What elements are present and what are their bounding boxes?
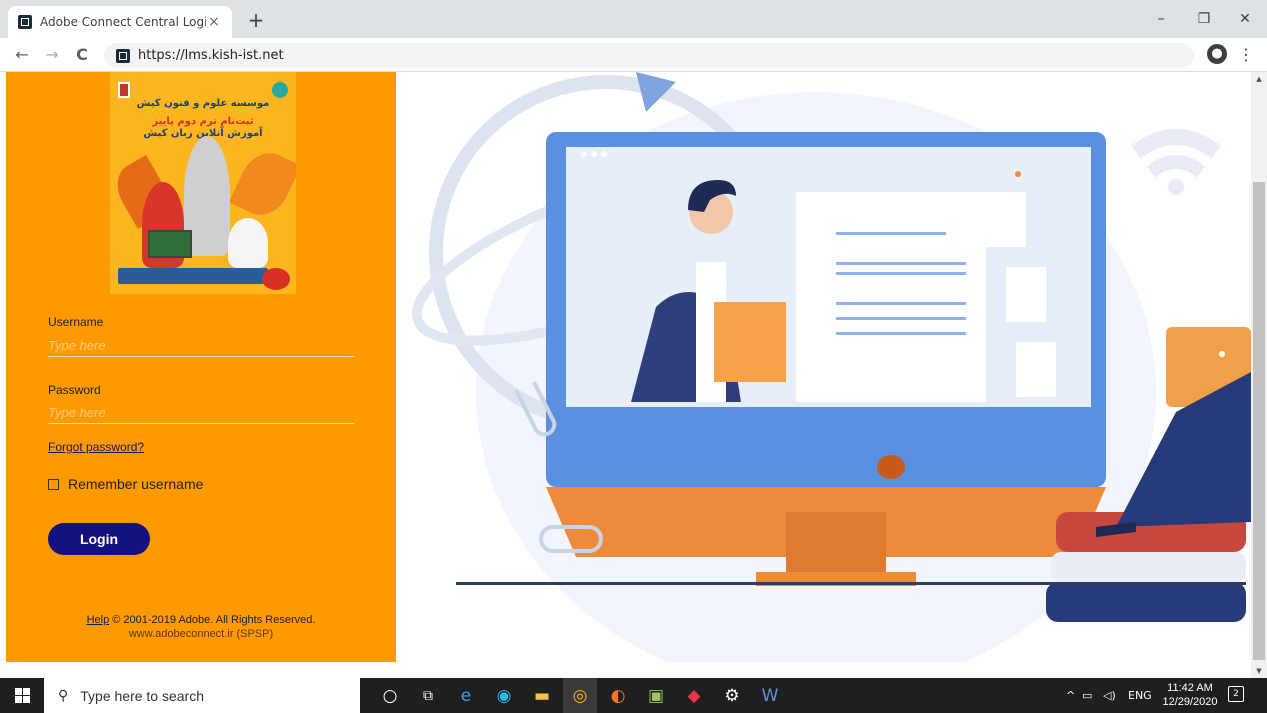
scroll-down-icon[interactable]: ▼	[1251, 664, 1267, 678]
site-favicon-icon	[116, 48, 130, 63]
address-bar: ← → C https://lms.kish-ist.net ● ⋮	[0, 38, 1267, 72]
cortana-icon[interactable]: ○	[373, 678, 407, 713]
clock-time: 11:42 AM	[1167, 682, 1213, 694]
reload-icon[interactable]: C	[70, 43, 94, 67]
help-link[interactable]: Help	[87, 614, 110, 626]
copyright-text: © 2001-2019 Adobe. All Rights Reserved.	[109, 614, 316, 626]
username-input[interactable]	[48, 335, 354, 357]
browser-tab-bar: Adobe Connect Central Login × + – ❐ ✕	[0, 0, 1267, 38]
file-explorer-icon[interactable]: ▬	[525, 678, 559, 713]
restore-button[interactable]: ❐	[1188, 6, 1220, 32]
scrollbar-thumb[interactable]	[1253, 182, 1265, 660]
banner-headline: موسسه علوم و فنون کیش ثبت‌نام ترم دوم پا…	[136, 98, 270, 139]
partner-logo-icon	[272, 82, 288, 98]
notification-center-icon[interactable]: 2	[1228, 686, 1244, 702]
language-indicator[interactable]: ENG	[1128, 678, 1152, 713]
tab-close-icon[interactable]: ×	[206, 14, 222, 30]
banner-date-badge	[262, 268, 290, 290]
forward-arrow-icon[interactable]: →	[40, 43, 64, 67]
windows-taskbar: ⚲ Type here to search ○ ⧉ e ◉ ▬ ◎ ◐ ▣ ◆ …	[0, 678, 1267, 713]
login-button[interactable]: Login	[48, 523, 150, 555]
minimize-button[interactable]: –	[1145, 6, 1177, 32]
settings-gear-icon[interactable]: ⚙	[715, 678, 749, 713]
girl-figure	[228, 218, 268, 268]
page-footer: Help © 2001-2019 Adobe. All Rights Reser…	[6, 613, 396, 641]
windows-start-icon[interactable]	[0, 678, 44, 713]
back-arrow-icon[interactable]: ←	[10, 43, 34, 67]
scroll-up-icon[interactable]: ▲	[1251, 72, 1267, 86]
login-panel: موسسه علوم و فنون کیش ثبت‌نام ترم دوم پا…	[6, 72, 396, 662]
promo-banner[interactable]: موسسه علوم و فنون کیش ثبت‌نام ترم دوم پا…	[110, 72, 296, 294]
page-content: موسسه علوم و فنون کیش ثبت‌نام ترم دوم پا…	[0, 72, 1251, 678]
adobe-connect-favicon-icon	[18, 15, 32, 29]
password-input[interactable]	[48, 402, 354, 424]
forgot-password-link[interactable]: Forgot password?	[48, 440, 144, 454]
task-view-icon[interactable]: ⧉	[411, 678, 445, 713]
page-scrollbar[interactable]: ▲ ▼	[1251, 72, 1267, 678]
volume-icon[interactable]: ◁)	[1103, 678, 1116, 713]
url-input[interactable]: https://lms.kish-ist.net	[104, 43, 1194, 68]
internet-explorer-icon[interactable]: e	[449, 678, 483, 713]
taskbar-search-box[interactable]: ⚲ Type here to search	[44, 678, 360, 713]
password-label: Password	[48, 383, 101, 397]
tablet-image	[148, 230, 192, 258]
network-icon[interactable]: ▭	[1082, 678, 1092, 713]
remember-username-label: Remember username	[68, 476, 204, 492]
clock-date: 12/29/2020	[1162, 696, 1218, 708]
tray-overflow-icon[interactable]: ^	[1066, 678, 1075, 713]
institute-logo-icon	[118, 82, 130, 98]
firefox-icon[interactable]: ◐	[601, 678, 635, 713]
profile-avatar-icon[interactable]: ●	[1207, 44, 1227, 64]
url-text: https://lms.kish-ist.net	[138, 48, 284, 63]
edge-icon[interactable]: ◉	[487, 678, 521, 713]
anydesk-icon[interactable]: ◆	[677, 678, 711, 713]
app-installer-icon[interactable]: ▣	[639, 678, 673, 713]
browser-tab[interactable]: Adobe Connect Central Login ×	[8, 6, 232, 38]
site-credit: www.adobeconnect.ir (SPSP)	[128, 628, 274, 640]
tab-title: Adobe Connect Central Login	[40, 15, 206, 29]
close-window-button[interactable]: ✕	[1229, 6, 1261, 32]
new-tab-button[interactable]: +	[244, 8, 268, 32]
browser-menu-icon[interactable]: ⋮	[1238, 43, 1254, 67]
banner-social-bar	[118, 268, 268, 284]
username-label: Username	[48, 315, 104, 329]
checkbox-icon[interactable]	[48, 478, 59, 490]
system-clock[interactable]: 11:42 AM 12/29/2020	[1160, 681, 1220, 709]
word-icon[interactable]: W	[753, 678, 787, 713]
remember-username-checkbox[interactable]: Remember username	[48, 476, 203, 492]
search-placeholder: Type here to search	[80, 687, 205, 704]
chrome-icon[interactable]: ◎	[563, 678, 597, 713]
search-icon: ⚲	[58, 687, 69, 703]
autumn-leaf-icon	[228, 144, 296, 224]
elearning-illustration	[396, 72, 1251, 662]
